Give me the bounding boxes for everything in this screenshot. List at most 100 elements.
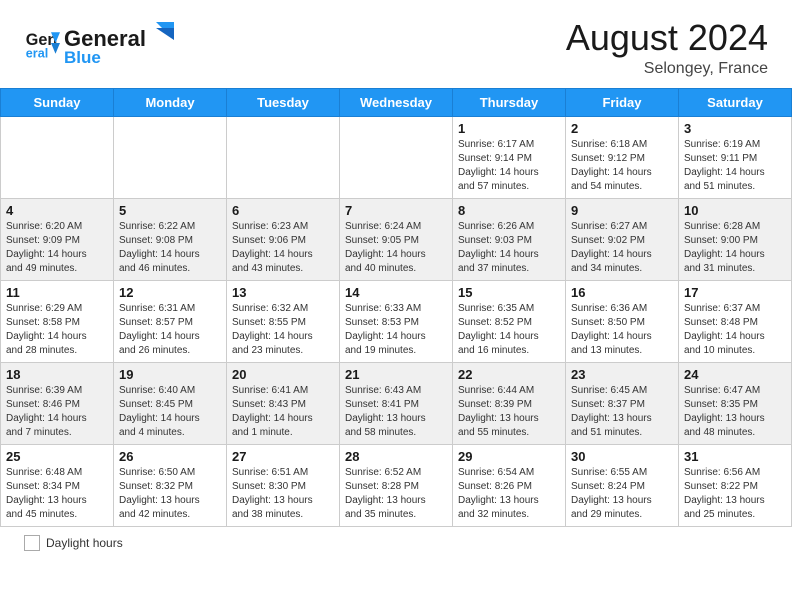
calendar-week-row: 25 Sunrise: 6:48 AM Sunset: 8:34 PM Dayli… [1,444,792,526]
svg-text:eral: eral [26,46,48,60]
day-number: 18 [6,367,108,382]
month-year: August 2024 [566,18,768,58]
calendar-cell: 15 Sunrise: 6:35 AM Sunset: 8:52 PM Dayli… [453,280,566,362]
day-number: 3 [684,121,786,136]
day-number: 31 [684,449,786,464]
day-number: 24 [684,367,786,382]
day-number: 1 [458,121,560,136]
day-info: Sunrise: 6:48 AM Sunset: 8:34 PM Dayligh… [6,466,108,522]
day-info: Sunrise: 6:18 AM Sunset: 9:12 PM Dayligh… [571,138,673,194]
calendar-cell: 11 Sunrise: 6:29 AM Sunset: 8:58 PM Dayli… [1,280,114,362]
day-info: Sunrise: 6:40 AM Sunset: 8:45 PM Dayligh… [119,384,221,440]
day-number: 13 [232,285,334,300]
day-number: 2 [571,121,673,136]
day-number: 12 [119,285,221,300]
day-number: 23 [571,367,673,382]
day-info: Sunrise: 6:36 AM Sunset: 8:50 PM Dayligh… [571,302,673,358]
calendar-cell: 31 Sunrise: 6:56 AM Sunset: 8:22 PM Dayli… [679,444,792,526]
legend-box [24,535,40,551]
legend-label: Daylight hours [46,536,123,550]
calendar-cell: 3Sunrise: 6:19 AM Sunset: 9:11 PM Daylig… [679,116,792,198]
logo-triangle [148,18,176,46]
day-info: Sunrise: 6:41 AM Sunset: 8:43 PM Dayligh… [232,384,334,440]
calendar-cell: 16Sunrise: 6:36 AM Sunset: 8:50 PM Dayli… [566,280,679,362]
calendar-cell: 29 Sunrise: 6:54 AM Sunset: 8:26 PM Dayli… [453,444,566,526]
day-info: Sunrise: 6:23 AM Sunset: 9:06 PM Dayligh… [232,220,334,276]
weekday-header-wednesday: Wednesday [340,88,453,116]
day-info: Sunrise: 6:47 AM Sunset: 8:35 PM Dayligh… [684,384,786,440]
day-number: 30 [571,449,673,464]
day-number: 11 [6,285,108,300]
legend: Daylight hours [0,527,792,559]
day-info: Sunrise: 6:22 AM Sunset: 9:08 PM Dayligh… [119,220,221,276]
calendar-cell: 24 Sunrise: 6:47 AM Sunset: 8:35 PM Dayli… [679,362,792,444]
day-info: Sunrise: 6:44 AM Sunset: 8:39 PM Dayligh… [458,384,560,440]
day-number: 6 [232,203,334,218]
day-info: Sunrise: 6:31 AM Sunset: 8:57 PM Dayligh… [119,302,221,358]
weekday-header-sunday: Sunday [1,88,114,116]
calendar-cell: 13 Sunrise: 6:32 AM Sunset: 8:55 PM Dayli… [227,280,340,362]
day-info: Sunrise: 6:39 AM Sunset: 8:46 PM Dayligh… [6,384,108,440]
page-header: Gen eral General Blue August 2024 Selong… [0,0,792,88]
day-number: 20 [232,367,334,382]
day-info: Sunrise: 6:45 AM Sunset: 8:37 PM Dayligh… [571,384,673,440]
calendar-cell: 7Sunrise: 6:24 AM Sunset: 9:05 PM Daylig… [340,198,453,280]
day-number: 17 [684,285,786,300]
calendar-week-row: 11 Sunrise: 6:29 AM Sunset: 8:58 PM Dayli… [1,280,792,362]
day-number: 8 [458,203,560,218]
calendar-cell: 10 Sunrise: 6:28 AM Sunset: 9:00 PM Dayli… [679,198,792,280]
calendar-cell: 26 Sunrise: 6:50 AM Sunset: 8:32 PM Dayli… [114,444,227,526]
day-number: 15 [458,285,560,300]
calendar-cell: 28 Sunrise: 6:52 AM Sunset: 8:28 PM Dayli… [340,444,453,526]
location: Selongey, France [566,60,768,78]
day-number: 22 [458,367,560,382]
calendar-cell: 9 Sunrise: 6:27 AM Sunset: 9:02 PM Daylig… [566,198,679,280]
calendar-cell: 14 Sunrise: 6:33 AM Sunset: 8:53 PM Dayli… [340,280,453,362]
calendar-cell: 27Sunrise: 6:51 AM Sunset: 8:30 PM Dayli… [227,444,340,526]
calendar-cell: 18 Sunrise: 6:39 AM Sunset: 8:46 PM Dayli… [1,362,114,444]
day-number: 19 [119,367,221,382]
calendar-cell: 4 Sunrise: 6:20 AM Sunset: 9:09 PM Daylig… [1,198,114,280]
day-number: 27 [232,449,334,464]
calendar-cell: 20 Sunrise: 6:41 AM Sunset: 8:43 PM Dayli… [227,362,340,444]
day-info: Sunrise: 6:17 AM Sunset: 9:14 PM Dayligh… [458,138,560,194]
day-info: Sunrise: 6:35 AM Sunset: 8:52 PM Dayligh… [458,302,560,358]
day-info: Sunrise: 6:52 AM Sunset: 8:28 PM Dayligh… [345,466,447,522]
weekday-header-friday: Friday [566,88,679,116]
day-number: 26 [119,449,221,464]
weekday-header-thursday: Thursday [453,88,566,116]
day-info: Sunrise: 6:37 AM Sunset: 8:48 PM Dayligh… [684,302,786,358]
day-info: Sunrise: 6:50 AM Sunset: 8:32 PM Dayligh… [119,466,221,522]
day-info: Sunrise: 6:26 AM Sunset: 9:03 PM Dayligh… [458,220,560,276]
day-info: Sunrise: 6:55 AM Sunset: 8:24 PM Dayligh… [571,466,673,522]
weekday-header-monday: Monday [114,88,227,116]
day-number: 7 [345,203,447,218]
day-info: Sunrise: 6:32 AM Sunset: 8:55 PM Dayligh… [232,302,334,358]
day-info: Sunrise: 6:20 AM Sunset: 9:09 PM Dayligh… [6,220,108,276]
calendar-cell [227,116,340,198]
day-number: 25 [6,449,108,464]
calendar-cell: 22 Sunrise: 6:44 AM Sunset: 8:39 PM Dayli… [453,362,566,444]
day-number: 28 [345,449,447,464]
day-number: 9 [571,203,673,218]
day-info: Sunrise: 6:27 AM Sunset: 9:02 PM Dayligh… [571,220,673,276]
weekday-header-saturday: Saturday [679,88,792,116]
calendar-cell: 2 Sunrise: 6:18 AM Sunset: 9:12 PM Daylig… [566,116,679,198]
calendar-week-row: 18 Sunrise: 6:39 AM Sunset: 8:46 PM Dayli… [1,362,792,444]
day-info: Sunrise: 6:28 AM Sunset: 9:00 PM Dayligh… [684,220,786,276]
day-info: Sunrise: 6:56 AM Sunset: 8:22 PM Dayligh… [684,466,786,522]
day-number: 10 [684,203,786,218]
day-info: Sunrise: 6:33 AM Sunset: 8:53 PM Dayligh… [345,302,447,358]
day-number: 14 [345,285,447,300]
calendar-cell [1,116,114,198]
weekday-header-tuesday: Tuesday [227,88,340,116]
logo: Gen eral General Blue [24,18,178,68]
day-number: 29 [458,449,560,464]
day-number: 21 [345,367,447,382]
calendar-table: SundayMondayTuesdayWednesdayThursdayFrid… [0,88,792,527]
calendar-cell: 6 Sunrise: 6:23 AM Sunset: 9:06 PM Daylig… [227,198,340,280]
title-block: August 2024 Selongey, France [566,18,768,78]
day-info: Sunrise: 6:29 AM Sunset: 8:58 PM Dayligh… [6,302,108,358]
day-info: Sunrise: 6:54 AM Sunset: 8:26 PM Dayligh… [458,466,560,522]
day-number: 4 [6,203,108,218]
